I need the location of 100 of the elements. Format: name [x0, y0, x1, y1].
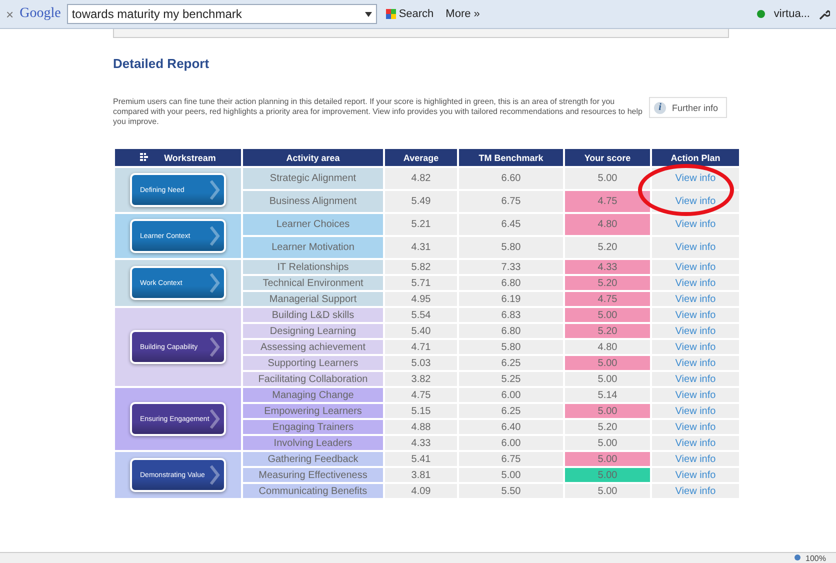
- activity-area-cell: Supporting Learners: [242, 355, 384, 371]
- activity-area-cell: Strategic Alignment: [242, 167, 384, 190]
- average-cell: 5.21: [384, 213, 458, 236]
- benchmark-cell: 5.80: [458, 339, 564, 355]
- more-button[interactable]: More »: [442, 8, 483, 20]
- search-field[interactable]: towards maturity my benchmark: [66, 4, 377, 24]
- column-header: Action Plan: [651, 149, 740, 167]
- score-cell: 5.00: [564, 483, 651, 499]
- average-cell: 5.03: [384, 355, 458, 371]
- activity-area-cell: Learner Choices: [242, 213, 384, 236]
- score-cell: 5.00: [564, 355, 651, 371]
- average-cell: 4.71: [384, 339, 458, 355]
- activity-area-cell: Involving Leaders: [242, 435, 384, 451]
- column-header: Workstream: [114, 149, 242, 167]
- score-cell: 4.80: [564, 339, 651, 355]
- score-cell: 4.80: [564, 213, 651, 236]
- average-cell: 3.82: [384, 371, 458, 387]
- activity-area-cell: Business Alignment: [242, 190, 384, 213]
- benchmark-cell: 6.25: [458, 403, 564, 419]
- intro-paragraph: Premium users can fine tune their action planning in this detailed report. If your score is highlighted in green, this is an area of strength for you compared with your peers, red highlights a priority area for improvement. View info provides you with tailored recommendations and resources to help you improve.: [113, 97, 643, 127]
- benchmark-cell: 6.45: [458, 213, 564, 236]
- chevron-icon: [210, 465, 220, 485]
- score-cell: 5.20: [564, 419, 651, 435]
- average-cell: 4.82: [384, 167, 458, 190]
- search-button[interactable]: Search: [382, 8, 437, 20]
- score-cell: 5.00: [564, 467, 651, 483]
- activity-area-cell: IT Relationships: [242, 259, 384, 275]
- close-icon[interactable]: ×: [6, 6, 14, 22]
- benchmark-cell: 5.00: [458, 467, 564, 483]
- squares-icon: [386, 9, 396, 19]
- benchmark-cell: 6.00: [458, 387, 564, 403]
- average-cell: 5.15: [384, 403, 458, 419]
- average-cell: 5.41: [384, 451, 458, 467]
- score-cell: 5.00: [564, 371, 651, 387]
- chevron-icon: [210, 226, 220, 246]
- account-button[interactable]: virtua...: [770, 8, 813, 20]
- benchmark-cell: 6.60: [458, 167, 564, 190]
- status-dot: [756, 10, 765, 18]
- average-cell: 4.33: [384, 435, 458, 451]
- activity-area-cell: Assessing achievement: [242, 339, 384, 355]
- zoom-level[interactable]: 100%: [806, 554, 826, 562]
- column-header: Average: [384, 149, 458, 167]
- benchmark-cell: 6.80: [458, 275, 564, 291]
- benchmark-cell: 5.50: [458, 483, 564, 499]
- average-cell: 5.71: [384, 275, 458, 291]
- score-cell: 5.20: [564, 236, 651, 259]
- benchmark-cell: 7.33: [458, 259, 564, 275]
- benchmark-cell: 5.25: [458, 371, 564, 387]
- score-cell: 5.14: [564, 387, 651, 403]
- average-cell: 5.54: [384, 307, 458, 323]
- wrench-icon[interactable]: [819, 8, 830, 20]
- activity-area-cell: Designing Learning: [242, 323, 384, 339]
- activity-area-cell: Building L&D skills: [242, 307, 384, 323]
- average-cell: 4.75: [384, 387, 458, 403]
- page-title: Detailed Report: [113, 56, 210, 71]
- average-cell: 4.09: [384, 483, 458, 499]
- benchmark-cell: 6.00: [458, 435, 564, 451]
- info-icon: i: [654, 102, 666, 114]
- grid-icon: [140, 153, 150, 162]
- benchmark-cell: 6.25: [458, 355, 564, 371]
- score-cell: 4.75: [564, 291, 651, 307]
- benchmark-cell: 6.40: [458, 419, 564, 435]
- score-cell: 5.00: [564, 451, 651, 467]
- average-cell: 5.82: [384, 259, 458, 275]
- activity-area-cell: Empowering Learners: [242, 403, 384, 419]
- column-header: Activity area: [242, 149, 384, 167]
- score-cell: 5.00: [564, 307, 651, 323]
- average-cell: 4.31: [384, 236, 458, 259]
- average-cell: 3.81: [384, 467, 458, 483]
- chevron-icon: [210, 409, 220, 429]
- column-header: TM Benchmark: [458, 149, 564, 167]
- caret-icon: [364, 12, 372, 16]
- score-cell: 4.33: [564, 259, 651, 275]
- further-info-button[interactable]: i Further info: [648, 97, 727, 118]
- chevron-icon: [210, 337, 220, 357]
- benchmark-cell: 6.80: [458, 323, 564, 339]
- benchmark-cell: 6.75: [458, 190, 564, 213]
- activity-area-cell: Managing Change: [242, 387, 384, 403]
- activity-area-cell: Communicating Benefits: [242, 483, 384, 499]
- zoom-icon: [794, 554, 802, 562]
- activity-area-cell: Engaging Trainers: [242, 419, 384, 435]
- search-logo: Google: [20, 6, 61, 22]
- benchmark-cell: 6.75: [458, 451, 564, 467]
- chevron-icon: [210, 180, 220, 200]
- score-cell: 5.00: [564, 435, 651, 451]
- score-cell: 5.00: [564, 403, 651, 419]
- activity-area-cell: Managerial Support: [242, 291, 384, 307]
- benchmark-cell: 5.80: [458, 236, 564, 259]
- score-cell: 5.20: [564, 323, 651, 339]
- activity-area-cell: Learner Motivation: [242, 236, 384, 259]
- activity-area-cell: Measuring Effectiveness: [242, 467, 384, 483]
- score-cell: 5.00: [564, 167, 651, 190]
- benchmark-cell: 6.19: [458, 291, 564, 307]
- activity-area-cell: Facilitating Collaboration: [242, 371, 384, 387]
- average-cell: 4.95: [384, 291, 458, 307]
- benchmark-cell: 6.83: [458, 307, 564, 323]
- average-cell: 5.49: [384, 190, 458, 213]
- score-cell: 4.75: [564, 190, 651, 213]
- chevron-icon: [210, 273, 220, 293]
- activity-area-cell: Gathering Feedback: [242, 451, 384, 467]
